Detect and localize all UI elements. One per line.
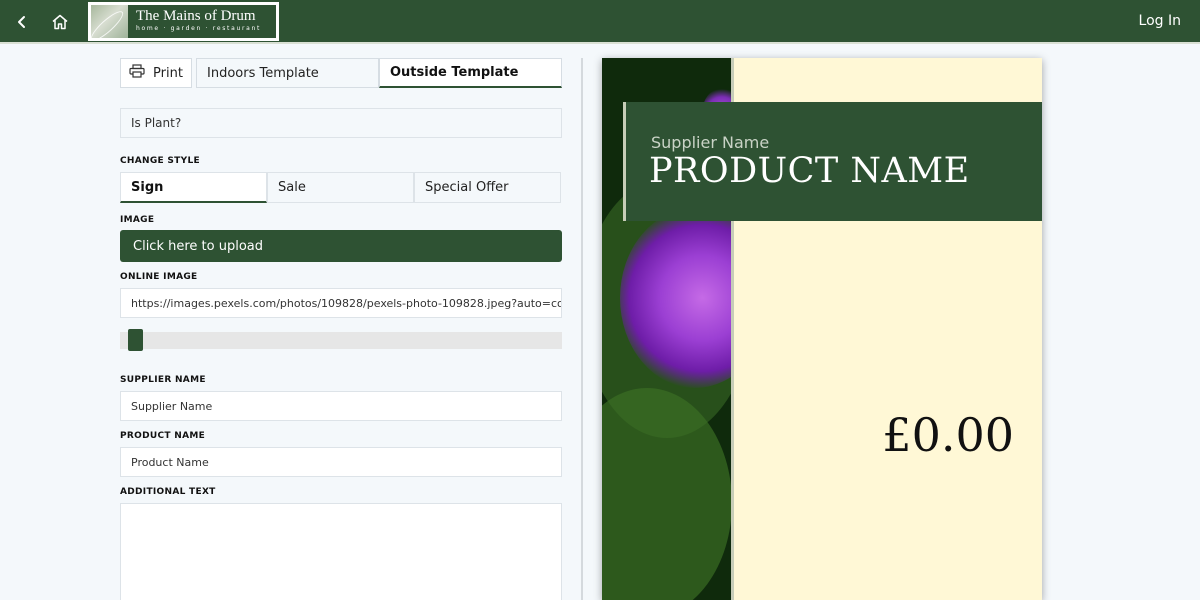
login-link[interactable]: Log In (1139, 13, 1181, 29)
additional-text-label: ADDITIONAL TEXT (120, 487, 216, 497)
sign-preview: Supplier Name PRODUCT NAME £0.00 (602, 58, 1042, 600)
upload-image-button[interactable]: Click here to upload (120, 230, 562, 262)
template-tabs: Print Indoors Template Outside Template (120, 58, 562, 88)
additional-text-input[interactable] (120, 503, 562, 600)
product-name-label: PRODUCT NAME (120, 431, 206, 441)
printer-icon (129, 64, 145, 82)
name-banner: Supplier Name PRODUCT NAME (623, 102, 1042, 221)
tab-outside-template[interactable]: Outside Template (379, 58, 562, 88)
supplier-name-input[interactable]: Supplier Name (120, 391, 562, 421)
style-tab-sale[interactable]: Sale (267, 172, 414, 203)
photo-foliage-lower (602, 388, 731, 600)
slider-handle[interactable] (128, 329, 143, 351)
editor-panel: Print Indoors Template Outside Template … (120, 58, 562, 600)
logo-subtitle: home · garden · restaurant (136, 25, 262, 32)
leaf-logo-icon (91, 5, 128, 38)
style-tab-sign[interactable]: Sign (120, 172, 267, 203)
product-name-input[interactable]: Product Name (120, 447, 562, 477)
print-label: Print (153, 65, 183, 81)
online-image-input[interactable]: https://images.pexels.com/photos/109828/… (120, 288, 562, 318)
supplier-name-label: SUPPLIER NAME (120, 375, 206, 385)
preview-product-name: PRODUCT NAME (649, 151, 970, 191)
style-tab-special-offer[interactable]: Special Offer (414, 172, 561, 203)
change-style-label: CHANGE STYLE (120, 156, 200, 166)
home-icon[interactable] (48, 10, 72, 34)
top-bar: The Mains of Drum home · garden · restau… (0, 0, 1200, 44)
brand-logo[interactable]: The Mains of Drum home · garden · restau… (88, 2, 279, 41)
style-tabs: Sign Sale Special Offer (120, 172, 562, 203)
tab-indoors-template[interactable]: Indoors Template (196, 58, 379, 88)
print-button[interactable]: Print (120, 58, 192, 88)
image-position-slider[interactable] (120, 329, 562, 351)
preview-supplier-name: Supplier Name (651, 133, 770, 152)
logo-title: The Mains of Drum (136, 8, 256, 24)
chevron-left-icon[interactable] (10, 10, 34, 34)
online-image-label: ONLINE IMAGE (120, 272, 198, 282)
preview-price: £0.00 (882, 408, 1014, 462)
panel-divider (581, 58, 583, 600)
image-label: IMAGE (120, 215, 155, 225)
is-plant-toggle[interactable]: Is Plant? (120, 108, 562, 138)
